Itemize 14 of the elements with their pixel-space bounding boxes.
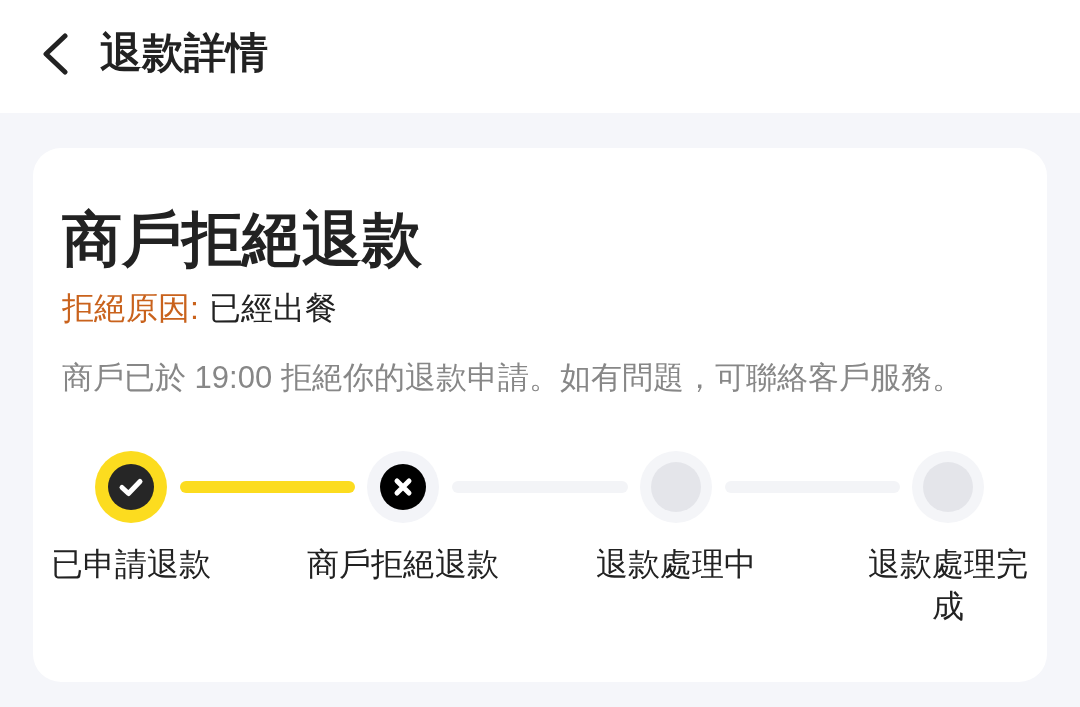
step-label: 退款處理中 (595, 545, 756, 584)
chevron-left-icon (42, 32, 70, 75)
page-title: 退款詳情 (100, 28, 268, 79)
reason-label: 拒絕原因: (62, 289, 199, 328)
status-description: 商戶已於 19:00 拒絕你的退款申請。如有問題，可聯絡客戶服務。 (62, 359, 964, 397)
check-circle-icon (95, 451, 167, 523)
dot-icon (639, 451, 712, 523)
dot-icon (912, 451, 984, 523)
step-label: 退款處理完成 (867, 545, 1029, 626)
step-label: 已申請退款 (51, 545, 211, 584)
status-title: 商戶拒絕退款 (62, 205, 423, 275)
reason-text: 已經出餐 (208, 289, 337, 328)
cross-circle-icon (367, 451, 440, 523)
step-label: 商戶拒絕退款 (307, 545, 500, 584)
